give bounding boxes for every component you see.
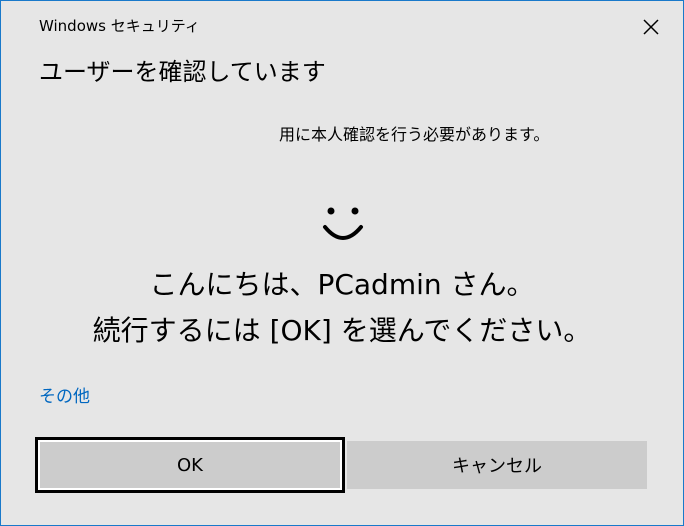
more-choices-link[interactable]: その他 bbox=[39, 384, 90, 410]
close-button[interactable] bbox=[639, 15, 663, 39]
ok-button-label: OK bbox=[177, 454, 203, 476]
cancel-button-label: キャンセル bbox=[452, 456, 542, 477]
security-dialog: Windows セキュリティ ユーザーを確認しています 用に本人確認を行う必要が… bbox=[0, 0, 684, 526]
smile-icon bbox=[323, 207, 363, 240]
window-title: Windows セキュリティ bbox=[39, 17, 200, 35]
ok-button[interactable]: OK bbox=[35, 437, 345, 493]
greeting-text: こんにちは、PCadmin さん。 bbox=[149, 268, 535, 301]
cancel-button[interactable]: キャンセル bbox=[347, 441, 647, 489]
verification-message: 用に本人確認を行う必要があります。 bbox=[279, 125, 550, 144]
instruction-text: 続行するには [OK] を選んでください。 bbox=[92, 314, 592, 347]
close-icon bbox=[643, 19, 659, 35]
dialog-heading: ユーザーを確認しています bbox=[39, 58, 326, 86]
